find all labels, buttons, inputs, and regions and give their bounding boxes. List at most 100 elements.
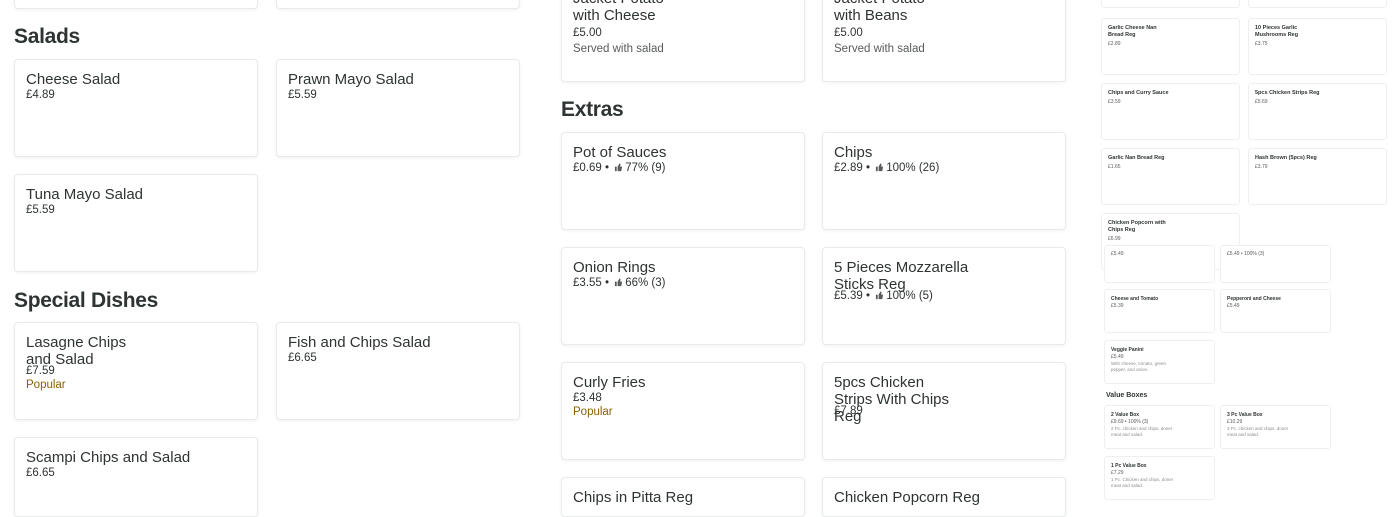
mini-title: Chicken Popcorn with Chips Reg — [1108, 220, 1166, 233]
item-price: £5.59 — [26, 204, 55, 216]
mini-description: 2 Pc. chicken and chips, doner meat and … — [1111, 426, 1173, 437]
bullet: • — [604, 162, 610, 174]
menu-item-card[interactable] — [14, 0, 258, 9]
menu-item-scampi[interactable]: Scampi Chips and Salad £6.65 — [14, 437, 258, 517]
mini-price: £10.29 — [1227, 419, 1243, 425]
mini-price: £5.39 — [1111, 303, 1124, 309]
mini-card[interactable]: £5.49 • 100% (3) — [1220, 245, 1331, 283]
item-title: Scampi Chips and Salad — [26, 449, 191, 466]
item-title: Jacket Potato with Cheese — [573, 0, 664, 24]
item-price: £2.89 — [834, 162, 863, 174]
item-price: £6.65 — [26, 467, 55, 479]
mini-card[interactable]: £5.49 — [1104, 245, 1215, 283]
mini-card-garlic-nan[interactable]: Garlic Nan Bread Reg £1.65 — [1101, 148, 1240, 205]
mini-price: £5.49 — [1227, 303, 1240, 309]
mini-card-chips-curry[interactable]: Chips and Curry Sauce £3.59 — [1101, 83, 1240, 140]
mini-card-value-box-2[interactable]: 2 Value Box £9.69 • 100% (3) 2 Pc. chick… — [1104, 405, 1215, 449]
mini-description: 1 Pc. Chicken and chips, doner meat and … — [1111, 477, 1174, 488]
item-description: Served with salad — [834, 43, 925, 55]
menu-item-chicken-strips-chips[interactable]: 5pcs Chicken Strips With Chips Reg £7.89 — [822, 362, 1066, 460]
bullet: • — [604, 277, 610, 289]
menu-item-chicken-popcorn[interactable]: Chicken Popcorn Reg — [822, 477, 1066, 517]
item-description: Served with salad — [573, 43, 664, 55]
mini-card-garlic-mushrooms[interactable]: 10 Pieces Garlic Mushrooms Reg £3.75 — [1248, 18, 1387, 75]
popular-badge: Popular — [573, 406, 613, 418]
menu-item-pot-sauces[interactable]: Pot of Sauces £0.69 • 77% (9) — [561, 132, 805, 230]
mini-card[interactable] — [1248, 0, 1387, 8]
mini-price: £7.29 — [1111, 470, 1124, 476]
thumbs-up-icon — [614, 162, 623, 176]
menu-item-chips-pitta[interactable]: Chips in Pitta Reg — [561, 477, 805, 517]
item-price: £5.00 — [573, 27, 602, 39]
thumbs-up-icon — [875, 290, 884, 304]
mini-price: £2.89 — [1108, 41, 1121, 47]
section-title-salads: Salads — [14, 25, 80, 48]
item-title: Prawn Mayo Salad — [288, 71, 414, 88]
item-title: Tuna Mayo Salad — [26, 186, 144, 203]
mini-card-cheese-tomato[interactable]: Cheese and Tomato £5.39 — [1104, 289, 1215, 333]
mini-description: With cheese, tomato, green pepper, and o… — [1111, 361, 1167, 372]
mini-title: Garlic Nan Bread Reg — [1108, 155, 1165, 161]
item-price: £5.39 — [834, 290, 863, 302]
item-title: Chicken Popcorn Reg — [834, 489, 980, 506]
menu-item-card[interactable] — [276, 0, 520, 9]
mini-section-value-boxes: Value Boxes — [1106, 392, 1148, 399]
item-title: Onion Rings — [573, 259, 656, 276]
item-title: Chips — [834, 144, 873, 161]
menu-item-mozzarella-sticks[interactable]: 5 Pieces Mozzarella Sticks Reg £5.39 • 1… — [822, 247, 1066, 345]
item-title: 5 Pieces Mozzarella Sticks Reg — [834, 259, 969, 293]
thumbs-up-icon — [614, 277, 623, 291]
item-title: Curly Fries — [573, 374, 646, 391]
rating: 100% (26) — [886, 162, 940, 174]
mini-price: £3.75 — [1255, 41, 1268, 47]
item-price: £7.89 — [834, 405, 863, 417]
item-price: £3.48 — [573, 392, 602, 404]
mini-title: 3 Pc Value Box — [1227, 412, 1263, 418]
mini-price: £5.49 — [1111, 251, 1124, 257]
mini-title: 2 Value Box — [1111, 412, 1140, 418]
mini-title: 10 Pieces Garlic Mushrooms Reg — [1255, 25, 1299, 38]
item-title: Jacket Potato with Beans — [834, 0, 925, 24]
mini-card-hash-brown[interactable]: Hash Brown (5pcs) Reg £3.79 — [1248, 148, 1387, 205]
mini-title: 1 Pc Value Box — [1111, 463, 1147, 469]
mini-card-chicken-strips[interactable]: 5pcs Chicken Strips Reg £5.69 — [1248, 83, 1387, 140]
mini-title: Hash Brown (5pcs) Reg — [1255, 155, 1317, 161]
mini-price: £6.99 — [1108, 236, 1121, 242]
item-title: Cheese Salad — [26, 71, 121, 88]
menu-item-jacket-beans[interactable]: Jacket Potato with Beans £5.00 Served wi… — [822, 0, 1066, 82]
mini-description: 3 Pc. chicken and chips, doner meat and … — [1227, 426, 1289, 437]
item-price: £6.65 — [288, 352, 317, 364]
mini-price: £9.69 • 100% (3) — [1111, 419, 1149, 425]
item-title: Pot of Sauces — [573, 144, 667, 161]
rating: 100% (5) — [886, 290, 933, 302]
menu-item-lasagne[interactable]: Lasagne Chips and Salad £7.59 Popular — [14, 322, 258, 420]
menu-item-fish-chips[interactable]: Fish and Chips Salad £6.65 — [276, 322, 520, 420]
menu-item-cheese-salad[interactable]: Cheese Salad £4.89 — [14, 59, 258, 157]
mini-card-value-box-1[interactable]: 1 Pc Value Box £7.29 1 Pc. Chicken and c… — [1104, 456, 1215, 500]
mini-card-garlic-cheese-nan[interactable]: Garlic Cheese Nan Bread Reg £2.89 — [1101, 18, 1240, 75]
section-title-special-dishes: Special Dishes — [14, 289, 159, 312]
bullet: • — [865, 290, 871, 302]
mini-title: Garlic Cheese Nan Bread Reg — [1108, 25, 1157, 38]
rating: 77% (9) — [625, 162, 666, 174]
mini-title: Chips and Curry Sauce — [1108, 90, 1169, 96]
menu-item-chips[interactable]: Chips £2.89 • 100% (26) — [822, 132, 1066, 230]
item-title: Lasagne Chips and Salad — [26, 334, 127, 368]
mini-price: £3.59 — [1108, 99, 1121, 105]
mini-card-veggie-panini[interactable]: Veggie Panini £5.49 With cheese, tomato,… — [1104, 340, 1215, 384]
menu-item-tuna-salad[interactable]: Tuna Mayo Salad £5.59 — [14, 174, 258, 272]
item-title: Chips in Pitta Reg — [573, 489, 694, 506]
item-price-rating: £2.89 • 100% (26) — [834, 161, 939, 176]
item-price-rating: £3.55 • 66% (3) — [573, 276, 666, 291]
menu-item-onion-rings[interactable]: Onion Rings £3.55 • 66% (3) — [561, 247, 805, 345]
mini-card[interactable] — [1101, 0, 1240, 8]
item-price: £5.59 — [288, 89, 317, 101]
mini-title: Cheese and Tomato — [1111, 296, 1159, 302]
item-price-rating: £0.69 • 77% (9) — [573, 161, 666, 176]
mini-card-value-box-3[interactable]: 3 Pc Value Box £10.29 3 Pc. chicken and … — [1220, 405, 1331, 449]
menu-item-prawn-salad[interactable]: Prawn Mayo Salad £5.59 — [276, 59, 520, 157]
menu-item-curly-fries[interactable]: Curly Fries £3.48 Popular — [561, 362, 805, 460]
section-title-extras: Extras — [561, 98, 624, 121]
menu-item-jacket-cheese[interactable]: Jacket Potato with Cheese £5.00 Served w… — [561, 0, 805, 82]
mini-card-pepperoni[interactable]: Pepperoni and Cheese £5.49 — [1220, 289, 1331, 333]
